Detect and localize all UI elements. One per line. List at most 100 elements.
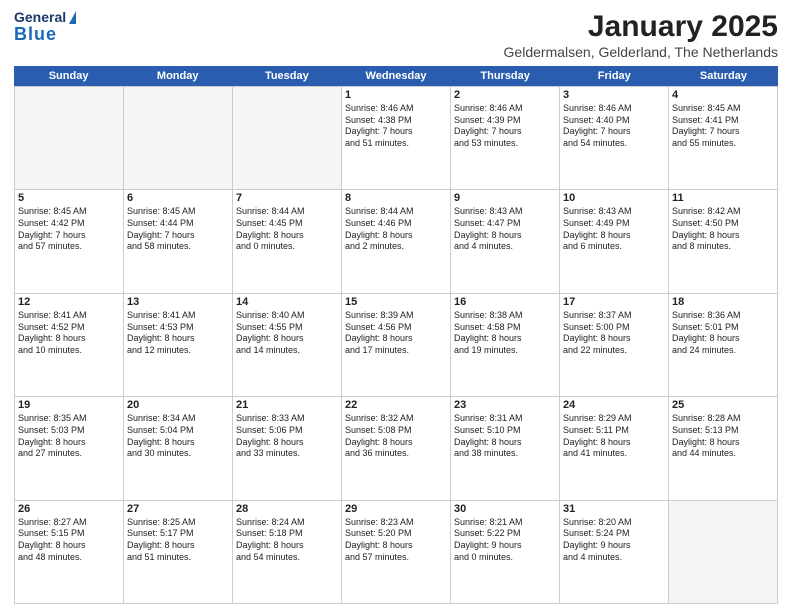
cell-info-line: Sunset: 4:39 PM [454,115,556,127]
cell-info-line: Sunset: 4:42 PM [18,218,120,230]
cell-info-line: Daylight: 8 hours [236,333,338,345]
day-number: 16 [454,296,556,308]
cal-cell: 26Sunrise: 8:27 AMSunset: 5:15 PMDayligh… [15,501,124,603]
cell-info-line: Sunrise: 8:35 AM [18,413,120,425]
week-row-0: 1Sunrise: 8:46 AMSunset: 4:38 PMDaylight… [14,86,778,189]
cell-info-line: and 51 minutes. [345,138,447,150]
cell-info-line: and 57 minutes. [345,552,447,564]
day-number: 18 [672,296,774,308]
cal-cell: 20Sunrise: 8:34 AMSunset: 5:04 PMDayligh… [124,397,233,499]
day-of-week-wednesday: Wednesday [341,66,450,86]
calendar: SundayMondayTuesdayWednesdayThursdayFrid… [14,66,778,604]
cell-info-line: Sunrise: 8:24 AM [236,517,338,529]
cell-info-line: and 22 minutes. [563,345,665,357]
day-of-week-tuesday: Tuesday [232,66,341,86]
cal-cell: 17Sunrise: 8:37 AMSunset: 5:00 PMDayligh… [560,294,669,396]
cal-cell: 3Sunrise: 8:46 AMSunset: 4:40 PMDaylight… [560,87,669,189]
day-number: 21 [236,399,338,411]
day-number: 11 [672,192,774,204]
cell-info-line: Sunrise: 8:25 AM [127,517,229,529]
day-number: 7 [236,192,338,204]
cell-info-line: Daylight: 8 hours [18,437,120,449]
cell-info-line: Sunset: 4:56 PM [345,322,447,334]
location: Geldermalsen, Gelderland, The Netherland… [504,44,778,60]
cell-info-line: Sunrise: 8:21 AM [454,517,556,529]
cell-info-line: Sunset: 5:04 PM [127,425,229,437]
day-number: 27 [127,503,229,515]
cell-info-line: Sunrise: 8:27 AM [18,517,120,529]
logo-triangle [69,11,76,24]
cell-info-line: Daylight: 8 hours [127,540,229,552]
cell-info-line: Daylight: 8 hours [18,333,120,345]
cell-info-line: and 8 minutes. [672,241,774,253]
cell-info-line: Daylight: 8 hours [563,437,665,449]
logo-general: General [14,10,66,25]
cal-cell: 30Sunrise: 8:21 AMSunset: 5:22 PMDayligh… [451,501,560,603]
day-of-week-saturday: Saturday [669,66,778,86]
cell-info-line: Sunrise: 8:43 AM [454,206,556,218]
day-number: 23 [454,399,556,411]
cell-info-line: Sunrise: 8:45 AM [672,103,774,115]
cell-info-line: and 54 minutes. [563,138,665,150]
cell-info-line: Daylight: 7 hours [563,126,665,138]
day-number: 30 [454,503,556,515]
cal-cell: 1Sunrise: 8:46 AMSunset: 4:38 PMDaylight… [342,87,451,189]
cal-cell: 31Sunrise: 8:20 AMSunset: 5:24 PMDayligh… [560,501,669,603]
day-number: 17 [563,296,665,308]
cal-cell: 6Sunrise: 8:45 AMSunset: 4:44 PMDaylight… [124,190,233,292]
cal-cell: 23Sunrise: 8:31 AMSunset: 5:10 PMDayligh… [451,397,560,499]
cell-info-line: and 27 minutes. [18,448,120,460]
cell-info-line: Sunrise: 8:32 AM [345,413,447,425]
cell-info-line: and 38 minutes. [454,448,556,460]
week-row-2: 12Sunrise: 8:41 AMSunset: 4:52 PMDayligh… [14,293,778,396]
cal-cell: 12Sunrise: 8:41 AMSunset: 4:52 PMDayligh… [15,294,124,396]
week-row-3: 19Sunrise: 8:35 AMSunset: 5:03 PMDayligh… [14,396,778,499]
cal-cell: 25Sunrise: 8:28 AMSunset: 5:13 PMDayligh… [669,397,778,499]
day-of-week-friday: Friday [560,66,669,86]
cell-info-line: and 44 minutes. [672,448,774,460]
cell-info-line: and 2 minutes. [345,241,447,253]
day-of-week-monday: Monday [123,66,232,86]
day-number: 15 [345,296,447,308]
cell-info-line: Daylight: 7 hours [454,126,556,138]
cell-info-line: and 0 minutes. [236,241,338,253]
cal-cell: 16Sunrise: 8:38 AMSunset: 4:58 PMDayligh… [451,294,560,396]
cell-info-line: Sunrise: 8:39 AM [345,310,447,322]
cal-cell: 10Sunrise: 8:43 AMSunset: 4:49 PMDayligh… [560,190,669,292]
cell-info-line: Daylight: 7 hours [18,230,120,242]
cal-cell [233,87,342,189]
cell-info-line: Sunrise: 8:33 AM [236,413,338,425]
cell-info-line: and 17 minutes. [345,345,447,357]
cell-info-line: Sunrise: 8:23 AM [345,517,447,529]
cell-info-line: and 51 minutes. [127,552,229,564]
cell-info-line: Sunset: 4:55 PM [236,322,338,334]
cell-info-line: Daylight: 7 hours [127,230,229,242]
cell-info-line: Sunset: 5:15 PM [18,528,120,540]
cell-info-line: Sunset: 4:40 PM [563,115,665,127]
cal-cell: 9Sunrise: 8:43 AMSunset: 4:47 PMDaylight… [451,190,560,292]
cal-cell: 7Sunrise: 8:44 AMSunset: 4:45 PMDaylight… [233,190,342,292]
day-number: 20 [127,399,229,411]
cell-info-line: Daylight: 7 hours [672,126,774,138]
cell-info-line: Sunset: 5:00 PM [563,322,665,334]
cal-cell: 24Sunrise: 8:29 AMSunset: 5:11 PMDayligh… [560,397,669,499]
day-number: 3 [563,89,665,101]
day-number: 4 [672,89,774,101]
week-row-4: 26Sunrise: 8:27 AMSunset: 5:15 PMDayligh… [14,500,778,604]
cell-info-line: Sunrise: 8:31 AM [454,413,556,425]
cell-info-line: Sunrise: 8:46 AM [345,103,447,115]
cell-info-line: Daylight: 8 hours [127,437,229,449]
cell-info-line: Sunrise: 8:41 AM [18,310,120,322]
cal-cell: 13Sunrise: 8:41 AMSunset: 4:53 PMDayligh… [124,294,233,396]
week-row-1: 5Sunrise: 8:45 AMSunset: 4:42 PMDaylight… [14,189,778,292]
cell-info-line: Sunset: 4:47 PM [454,218,556,230]
cal-cell: 5Sunrise: 8:45 AMSunset: 4:42 PMDaylight… [15,190,124,292]
cell-info-line: Daylight: 8 hours [345,333,447,345]
cell-info-line: Daylight: 8 hours [563,333,665,345]
cell-info-line: and 0 minutes. [454,552,556,564]
cell-info-line: Daylight: 8 hours [236,540,338,552]
cell-info-line: and 53 minutes. [454,138,556,150]
cell-info-line: Daylight: 7 hours [345,126,447,138]
cal-cell: 19Sunrise: 8:35 AMSunset: 5:03 PMDayligh… [15,397,124,499]
cell-info-line: Sunrise: 8:38 AM [454,310,556,322]
